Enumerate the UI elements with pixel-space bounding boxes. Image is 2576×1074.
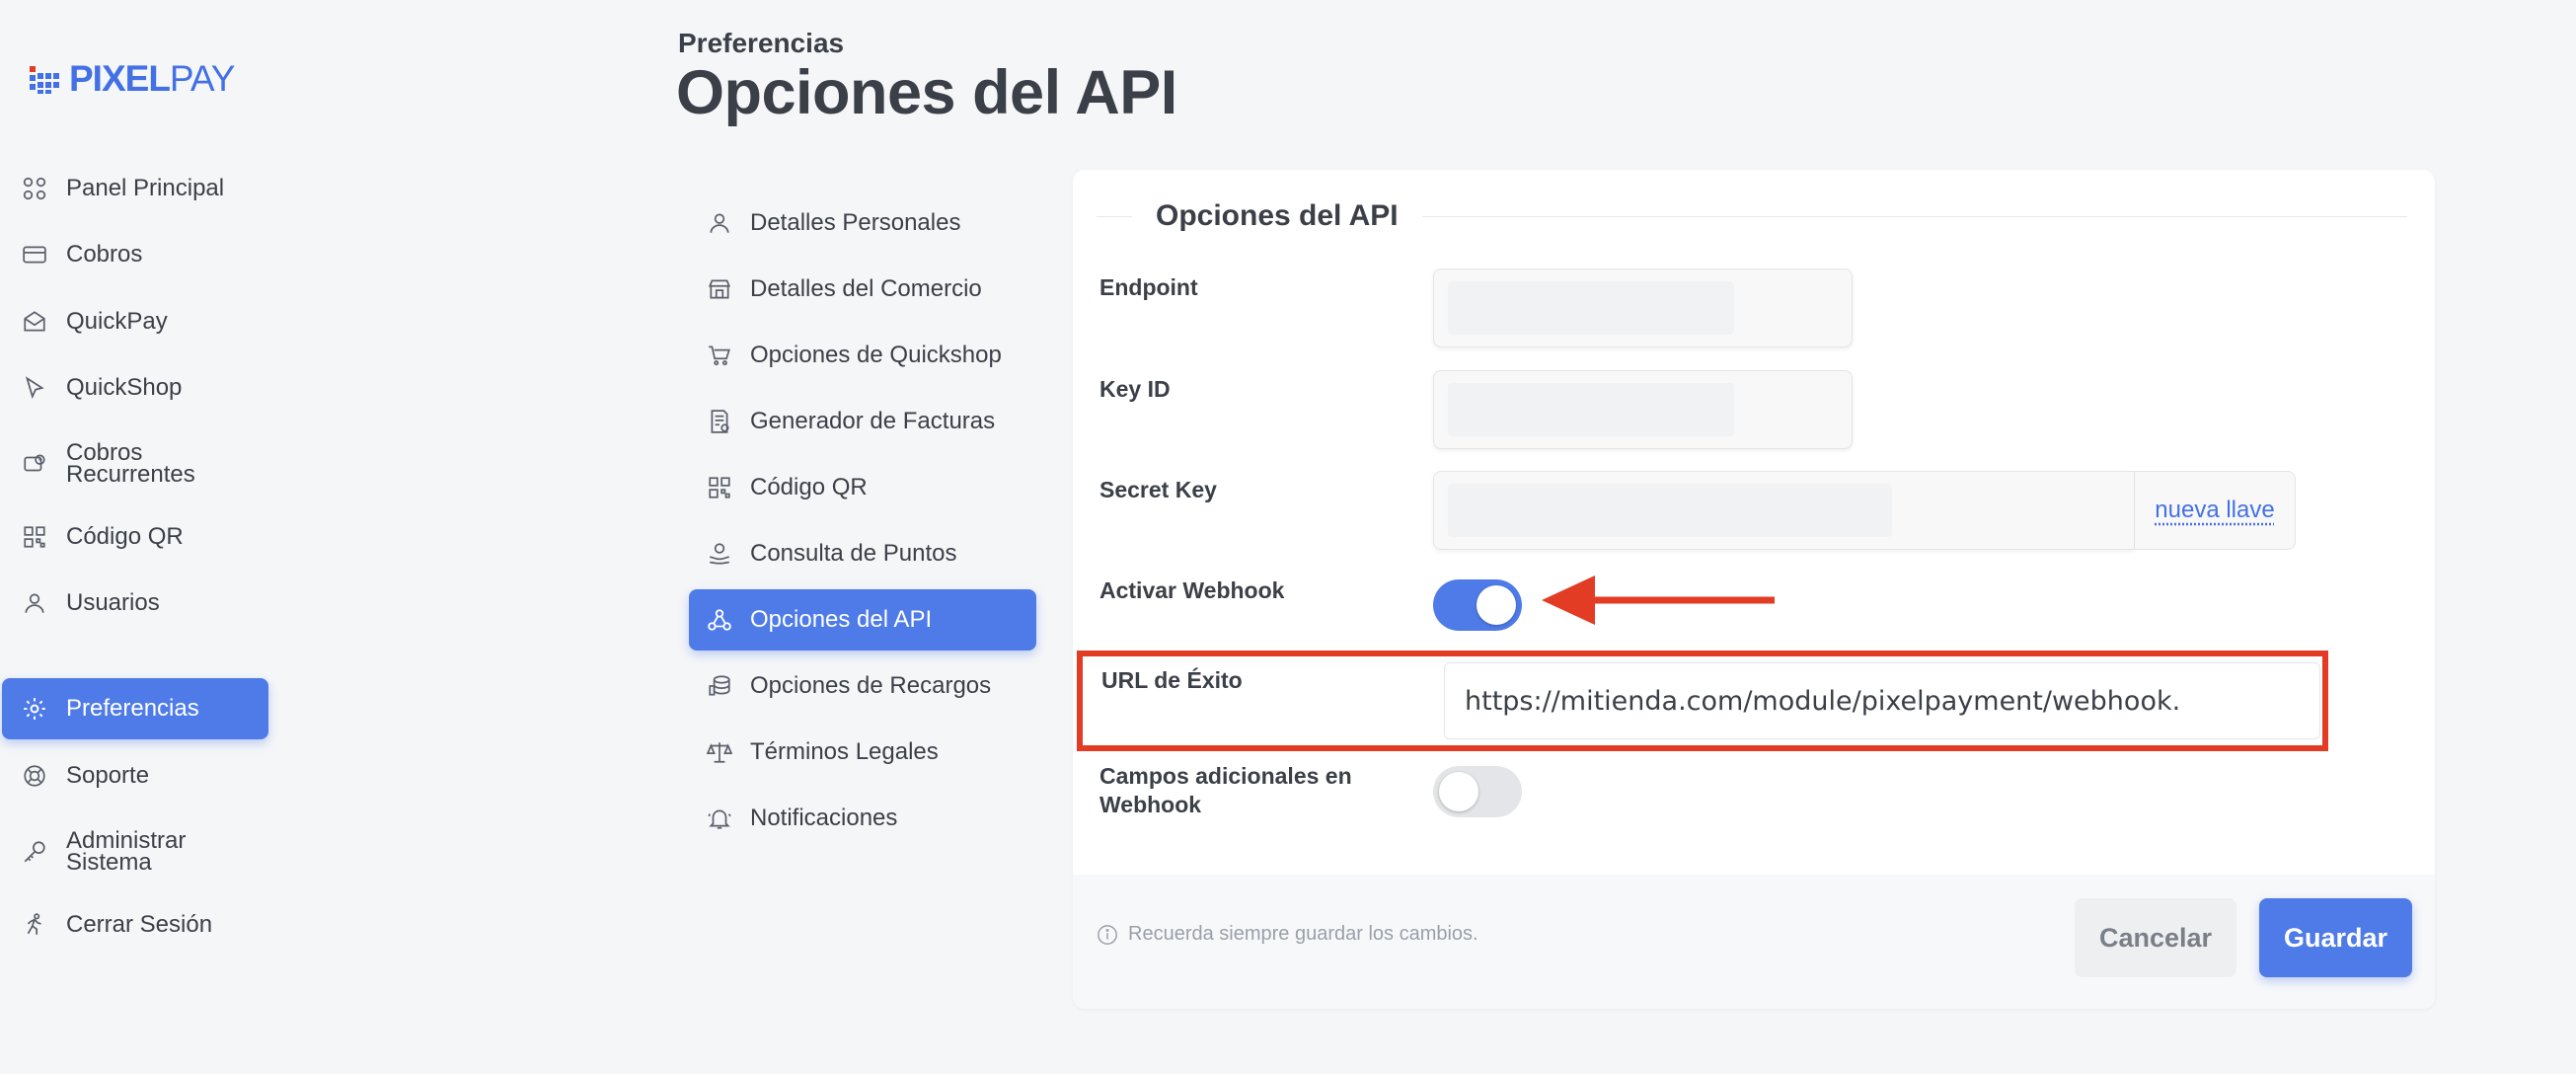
- info-icon: [1098, 924, 1117, 945]
- qr-code-icon: [24, 526, 45, 548]
- annotation-arrow-icon: [1542, 575, 1775, 625]
- sidebar-item-codigo-qr[interactable]: Código QR: [2, 506, 268, 568]
- submenu-item-opciones-de-recargos[interactable]: Opciones de Recargos: [689, 655, 1036, 717]
- webhook-icon: [708, 609, 731, 631]
- redacted-value: [1448, 383, 1734, 436]
- sidebar-item-quickshop[interactable]: QuickShop: [2, 357, 268, 419]
- logo-wordmark: PIXELPAY: [69, 58, 235, 99]
- divider: [1421, 215, 2407, 217]
- success-url-value: https://mitienda.com/module/pixelpayment…: [1465, 685, 2181, 717]
- submenu-item-codigo-qr[interactable]: Código QR: [689, 457, 1036, 518]
- submenu-item-consulta-de-puntos[interactable]: Consulta de Puntos: [689, 523, 1036, 584]
- user-icon: [710, 213, 729, 233]
- credit-card-icon: [23, 246, 46, 264]
- sidebar-item-quickpay[interactable]: QuickPay: [2, 291, 268, 352]
- save-button[interactable]: Guardar: [2259, 898, 2412, 977]
- section-title: Opciones del API: [1156, 199, 1399, 232]
- sidebar-item-cobros[interactable]: Cobros: [2, 224, 268, 285]
- submenu-item-generador-de-facturas[interactable]: Generador de Facturas: [689, 391, 1036, 452]
- points-icon: [710, 543, 729, 565]
- redacted-value: [1448, 484, 1892, 537]
- cart-icon: [709, 345, 730, 366]
- key-id-label: Key ID: [1099, 376, 1171, 402]
- submenu-item-opciones-del-api[interactable]: Opciones del API: [689, 589, 1036, 651]
- submenu-item-terminos-legales[interactable]: Términos Legales: [689, 722, 1036, 783]
- cursor-icon: [25, 376, 44, 400]
- toggle-knob: [1439, 772, 1478, 811]
- secret-key-label: Secret Key: [1099, 477, 1217, 502]
- store-icon: [708, 279, 731, 299]
- breadcrumb: Preferencias: [678, 28, 845, 58]
- envelope-icon: [24, 311, 45, 332]
- success-url-label: URL de Éxito: [1101, 667, 1243, 693]
- secret-key-addon: nueva llave: [2134, 471, 2296, 550]
- recurring-icon: [24, 454, 45, 472]
- sidebar-item-cobros-recurrentes[interactable]: Cobros Recurrentes: [2, 433, 268, 495]
- pixelpay-logo[interactable]: PIXELPAY: [28, 57, 235, 101]
- qr-code-icon: [709, 477, 730, 499]
- invoice-icon: [711, 410, 729, 433]
- save-reminder: Recuerda siempre guardar los cambios.: [1097, 923, 1478, 946]
- grid-icon: [23, 177, 46, 200]
- key-id-input[interactable]: [1433, 370, 1853, 449]
- logo-mark-icon: [30, 66, 59, 94]
- toggle-knob: [1477, 585, 1516, 625]
- endpoint-label: Endpoint: [1099, 274, 1198, 300]
- new-key-link[interactable]: nueva llave: [2155, 497, 2274, 524]
- submenu-item-opciones-de-quickshop[interactable]: Opciones de Quickshop: [689, 325, 1036, 386]
- gear-icon: [24, 698, 45, 720]
- divider: [1097, 215, 1132, 217]
- key-icon: [24, 841, 45, 863]
- coins-icon: [709, 675, 730, 696]
- sidebar-item-cerrar-sesion[interactable]: Cerrar Sesión: [2, 894, 268, 956]
- support-icon: [24, 765, 45, 787]
- extra-fields-label: Campos adicionales en Webhook: [1099, 763, 1352, 817]
- section-header: Opciones del API: [1097, 199, 2407, 233]
- scale-icon: [707, 742, 732, 763]
- user-icon: [25, 593, 44, 613]
- secret-key-input[interactable]: [1433, 471, 2135, 550]
- sidebar-item-administrar-sistema[interactable]: Administrar Sistema: [2, 821, 268, 882]
- page-title: Opciones del API: [676, 58, 1177, 127]
- redacted-value: [1448, 281, 1734, 335]
- sidebar-item-panel-principal[interactable]: Panel Principal: [2, 158, 268, 219]
- endpoint-input[interactable]: [1433, 268, 1853, 347]
- sidebar-item-usuarios[interactable]: Usuarios: [2, 573, 268, 634]
- bell-icon: [708, 809, 731, 829]
- logout-runner-icon: [27, 913, 41, 935]
- sidebar-item-soporte[interactable]: Soporte: [2, 745, 268, 806]
- submenu-item-detalles-personales[interactable]: Detalles Personales: [689, 192, 1036, 254]
- webhook-toggle-label: Activar Webhook: [1099, 577, 1285, 603]
- sidebar-item-preferencias[interactable]: Preferencias: [2, 678, 268, 739]
- extra-fields-toggle[interactable]: [1433, 766, 1522, 817]
- webhook-toggle[interactable]: [1433, 579, 1522, 631]
- cancel-button[interactable]: Cancelar: [2075, 898, 2236, 977]
- submenu-item-detalles-del-comercio[interactable]: Detalles del Comercio: [689, 259, 1036, 320]
- success-url-input[interactable]: https://mitienda.com/module/pixelpayment…: [1444, 662, 2320, 739]
- submenu-item-notificaciones[interactable]: Notificaciones: [689, 788, 1036, 849]
